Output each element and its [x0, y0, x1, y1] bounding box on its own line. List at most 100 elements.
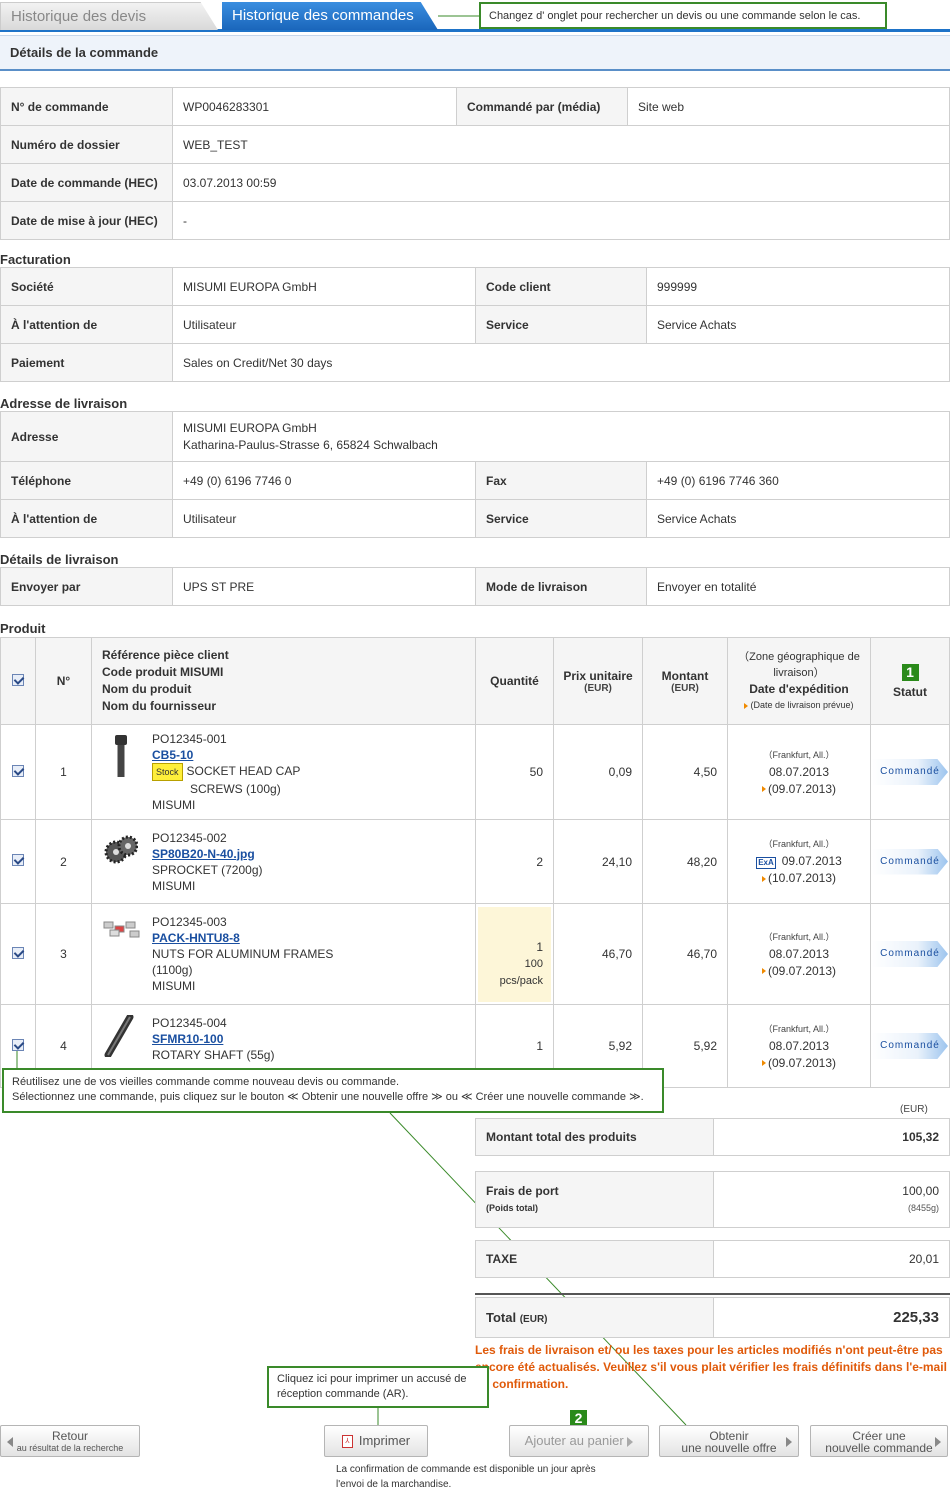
- col-unit-price: Prix unitaire (EUR): [553, 637, 643, 725]
- shipping-label-cell: Frais de port (Poids total): [475, 1171, 714, 1228]
- arrow-right-icon: [935, 1437, 941, 1447]
- tabs-callout: Changez d' onglet pour rechercher un dev…: [479, 2, 887, 29]
- row-unit-price: 0,09: [553, 724, 643, 820]
- row-qty: 1: [536, 939, 543, 954]
- product-code-link[interactable]: SP80B20-N-40.jpg: [152, 847, 255, 861]
- send-by-value: UPS ST PRE: [172, 567, 476, 606]
- total-divider: [475, 1293, 950, 1295]
- col-planned: (Date de livraison prévue): [750, 700, 854, 710]
- row-ship: （Frankfurt, All.） 08.07.2013 (09.07.2013…: [727, 724, 871, 820]
- delivery-mode-value: Envoyer en totalité: [646, 567, 950, 606]
- row-ship: （Frankfurt, All.） 08.07.2013 (09.07.2013…: [727, 1004, 871, 1088]
- order-date-label: Date de commande (HEC): [0, 163, 173, 202]
- row-delivery-date: (09.07.2013): [767, 781, 837, 796]
- triangle-icon: [761, 786, 766, 793]
- stock-badge: Stock: [152, 763, 183, 781]
- order-no-label: N° de commande: [0, 87, 173, 126]
- product-code-link[interactable]: CB5-10: [152, 748, 193, 762]
- status-label: Commandé: [872, 1033, 948, 1059]
- col-ref-3: Nom du produit: [102, 682, 192, 696]
- row-zone: （Frankfurt, All.）: [763, 839, 835, 849]
- update-date-label: Date de mise à jour (HEC): [0, 201, 173, 240]
- billing-attention-value: Utilisateur: [172, 305, 476, 344]
- row-checkbox[interactable]: [12, 764, 24, 777]
- row-product: PO12345-003 PACK-HNTU8-8 NUTS FOR ALUMIN…: [91, 903, 476, 1005]
- company-value: MISUMI EUROPA GmbH: [172, 267, 476, 306]
- col-status-label: Statut: [893, 684, 927, 699]
- row-checkbox[interactable]: [12, 946, 24, 959]
- fax-value: +49 (0) 6196 7746 360: [646, 461, 950, 500]
- col-status: 1 Statut: [870, 637, 950, 725]
- print-note-line-1: La confirmation de commande est disponib…: [336, 1464, 596, 1475]
- grand-total-cur: (EUR): [519, 1314, 548, 1325]
- print-button[interactable]: ⅄ Imprimer: [324, 1425, 428, 1457]
- col-no: N°: [35, 637, 92, 725]
- row-checkbox[interactable]: [12, 854, 24, 866]
- col-ship-date: Date d'expédition: [749, 682, 849, 696]
- order-info-table: N° de commande WP0046283301 Commandé par…: [0, 87, 950, 240]
- col-zone-2: livraison）: [773, 667, 825, 679]
- add-to-cart-button[interactable]: Ajouter au panier: [509, 1425, 649, 1457]
- ordered-by-label: Commandé par (média): [456, 87, 628, 126]
- new-order-button[interactable]: Créer une nouvelle commande: [810, 1425, 948, 1457]
- row-checkbox[interactable]: [12, 1038, 24, 1051]
- shipping-value: 100,00: [902, 1183, 939, 1198]
- delivery-service-value: Service Achats: [646, 499, 950, 538]
- row-name: SOCKET HEAD CAP: [186, 764, 301, 778]
- triangle-icon: [761, 968, 766, 975]
- print-note: La confirmation de commande est disponib…: [336, 1462, 596, 1490]
- row-ref: PO12345-003: [152, 915, 227, 929]
- row-name: NUTS FOR ALUMINUM FRAMES: [152, 947, 334, 961]
- address-label: Adresse: [0, 411, 173, 462]
- totals-warning: Les frais de livraison et/ ou les taxes …: [475, 1343, 947, 1391]
- col-ref-1: Référence pièce client: [102, 648, 229, 662]
- row-ref: PO12345-002: [152, 830, 227, 845]
- new-quote-button[interactable]: Obtenir une nouvelle offre: [659, 1425, 799, 1457]
- update-date-value: -: [172, 201, 950, 240]
- row-no: 2: [35, 819, 92, 904]
- status-label: Commandé: [872, 848, 948, 875]
- table-row: 2 PO12345-002 SP80B20-N-40.jpg SPROCKET …: [0, 819, 950, 904]
- shipping-value-cell: 100,00 (8455g): [713, 1171, 950, 1228]
- product-code-link[interactable]: PACK-HNTU8-8: [152, 931, 240, 945]
- tax-table: TAXE 20,01: [475, 1240, 950, 1278]
- table-row: 3 PO12345-003 PACK-HNTU8-8 NUTS FOR ALUM…: [0, 903, 950, 1005]
- row-unit-price: 24,10: [553, 819, 643, 904]
- delivery-mode-label: Mode de livraison: [475, 567, 647, 606]
- row-zone: （Frankfurt, All.）: [763, 749, 835, 760]
- totals-currency: (EUR): [900, 1104, 928, 1115]
- shipping-label: Frais de port: [486, 1183, 559, 1198]
- back-button[interactable]: Retour au résultat de la recherche: [0, 1425, 140, 1457]
- sprocket-icon: [104, 835, 138, 864]
- products-total-table: Montant total des produits 105,32: [475, 1118, 950, 1156]
- ordered-by-value: Site web: [627, 87, 950, 126]
- col-amount-cur: (EUR): [671, 682, 699, 694]
- grand-total-table: Total (EUR) 225,33: [475, 1297, 950, 1338]
- address-line-2: Katharina-Paulus-Strasse 6, 65824 Schwal…: [183, 437, 438, 452]
- col-ref-2: Code produit MISUMI: [102, 665, 224, 679]
- row-product: PO12345-002 SP80B20-N-40.jpg SPROCKET (7…: [91, 819, 476, 904]
- weight-label: (Poids total): [486, 1202, 538, 1213]
- select-all-checkbox[interactable]: [12, 673, 24, 686]
- col-qty: Quantité: [475, 637, 554, 725]
- order-date-value: 03.07.2013 00:59: [172, 163, 950, 202]
- shipping-table: Frais de port (Poids total) 100,00 (8455…: [475, 1171, 950, 1228]
- row-name: SPROCKET (7200g): [152, 862, 263, 877]
- order-no-value: WP0046283301: [172, 87, 457, 126]
- row-no: 3: [35, 903, 92, 1005]
- row-amount: 48,20: [642, 819, 728, 904]
- row-pack-unit: pcs/pack: [499, 974, 543, 987]
- address-value: MISUMI EUROPA GmbH Katharina-Paulus-Stra…: [172, 411, 950, 462]
- col-ref-4: Nom du fournisseur: [102, 699, 217, 713]
- col-ship: （Zone géographique de livraison） Date d'…: [727, 637, 871, 725]
- table-row: 1 PO12345-001 CB5-10 Stock SOCKET HEAD CA…: [0, 724, 950, 820]
- send-by-label: Envoyer par: [0, 567, 173, 606]
- row-zone: （Frankfurt, All.）: [763, 1023, 835, 1034]
- row-ship-date: 09.07.2013: [781, 854, 842, 868]
- delivery-address-table: Adresse MISUMI EUROPA GmbH Katharina-Pau…: [0, 411, 950, 538]
- arrow-right-icon: [786, 1437, 792, 1447]
- product-code-link[interactable]: SFMR10-100: [152, 1032, 223, 1046]
- print-button-label: Imprimer: [358, 1433, 411, 1448]
- row-ship: （Frankfurt, All.） ExA 09.07.2013 (10.07.2…: [727, 819, 871, 904]
- row-qty-cell: 1 100 pcs/pack: [475, 903, 554, 1005]
